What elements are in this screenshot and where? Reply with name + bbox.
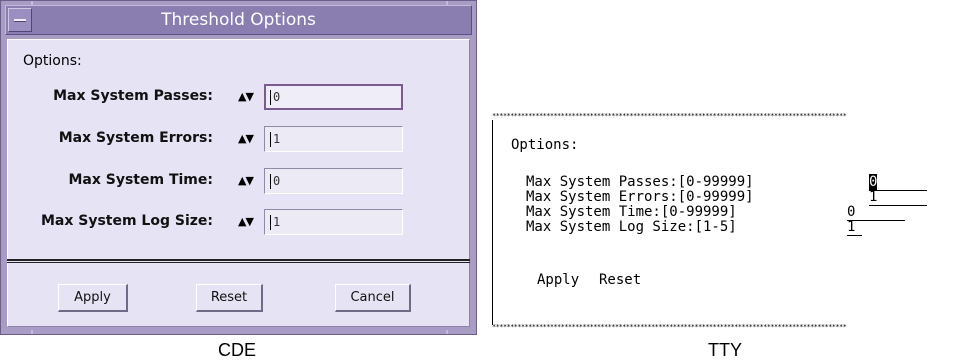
reset-button[interactable]: Reset: [196, 284, 263, 312]
tty-bottom-border: ****************************************…: [492, 323, 847, 331]
tty-apply-action[interactable]: Apply: [537, 273, 579, 288]
tty-max-log-size-value: 1: [847, 219, 856, 235]
max-passes-input[interactable]: 0: [264, 84, 403, 110]
apply-button[interactable]: Apply: [58, 284, 128, 312]
max-log-size-input[interactable]: 1: [264, 209, 403, 235]
window-menu-icon[interactable]: [8, 8, 32, 32]
frame-corner-mark: [446, 1, 448, 5]
max-passes-label: Max System Passes:: [53, 88, 213, 104]
frame-corner-mark: [31, 330, 33, 334]
max-time-input[interactable]: 0: [264, 168, 403, 194]
max-errors-row: Max System Errors: ▲▼ 1: [1, 126, 471, 152]
frame-corner-mark: [31, 1, 33, 5]
tty-left-border: [492, 120, 493, 325]
text-cursor: [270, 174, 271, 189]
tty-options-heading: Options:: [511, 137, 579, 153]
max-passes-row: Max System Passes: ▲▼ 0: [1, 84, 471, 110]
max-time-label: Max System Time:: [68, 172, 213, 188]
max-errors-label: Max System Errors:: [58, 130, 213, 146]
text-cursor: [270, 132, 271, 147]
dialog-separator: [7, 259, 470, 263]
max-time-value: 0: [273, 174, 281, 188]
spin-arrows-icon[interactable]: ▲▼: [238, 90, 254, 103]
tty-max-errors-field[interactable]: 1: [869, 190, 927, 206]
text-cursor: [270, 215, 271, 230]
tty-max-time-label: Max System Time:[0-99999]: [526, 204, 737, 220]
max-passes-value: 0: [273, 90, 281, 104]
window-titlebar[interactable]: Threshold Options: [5, 5, 472, 35]
cancel-button[interactable]: Cancel: [335, 284, 411, 312]
text-cursor: [270, 90, 271, 105]
tty-reset-action[interactable]: Reset: [599, 273, 641, 288]
max-errors-value: 1: [273, 132, 281, 146]
window-title: Threshold Options: [161, 10, 316, 30]
max-log-size-row: Max System Log Size: ▲▼ 1: [1, 209, 471, 235]
tty-max-log-size-label: Max System Log Size:[1-5]: [526, 219, 737, 235]
max-log-size-label: Max System Log Size:: [40, 213, 213, 229]
tty-max-passes-field[interactable]: 0: [869, 174, 927, 191]
tty-max-errors-value: 1: [869, 189, 878, 205]
tty-max-time-field[interactable]: 0: [847, 205, 905, 221]
spin-arrows-icon[interactable]: ▲▼: [238, 215, 254, 228]
options-heading: Options:: [23, 53, 82, 69]
frame-corner-mark: [446, 330, 448, 334]
spin-arrows-icon[interactable]: ▲▼: [238, 132, 254, 145]
cde-caption: CDE: [218, 340, 257, 360]
max-errors-input[interactable]: 1: [264, 126, 403, 152]
tty-max-passes-value: 0: [869, 174, 878, 190]
spin-arrows-icon[interactable]: ▲▼: [238, 174, 254, 187]
tty-max-passes-label: Max System Passes:[0-99999]: [526, 174, 754, 190]
tty-caption: TTY: [708, 340, 742, 360]
max-time-row: Max System Time: ▲▼ 0: [1, 168, 471, 194]
tty-max-errors-label: Max System Errors:[0-99999]: [526, 189, 754, 205]
tty-top-border: ****************************************…: [492, 112, 847, 120]
max-log-size-value: 1: [273, 215, 281, 229]
tty-max-time-value: 0: [847, 204, 856, 220]
cde-threshold-window: Threshold Options Options: Max System Pa…: [0, 0, 477, 335]
tty-max-log-size-field[interactable]: 1: [847, 220, 862, 236]
